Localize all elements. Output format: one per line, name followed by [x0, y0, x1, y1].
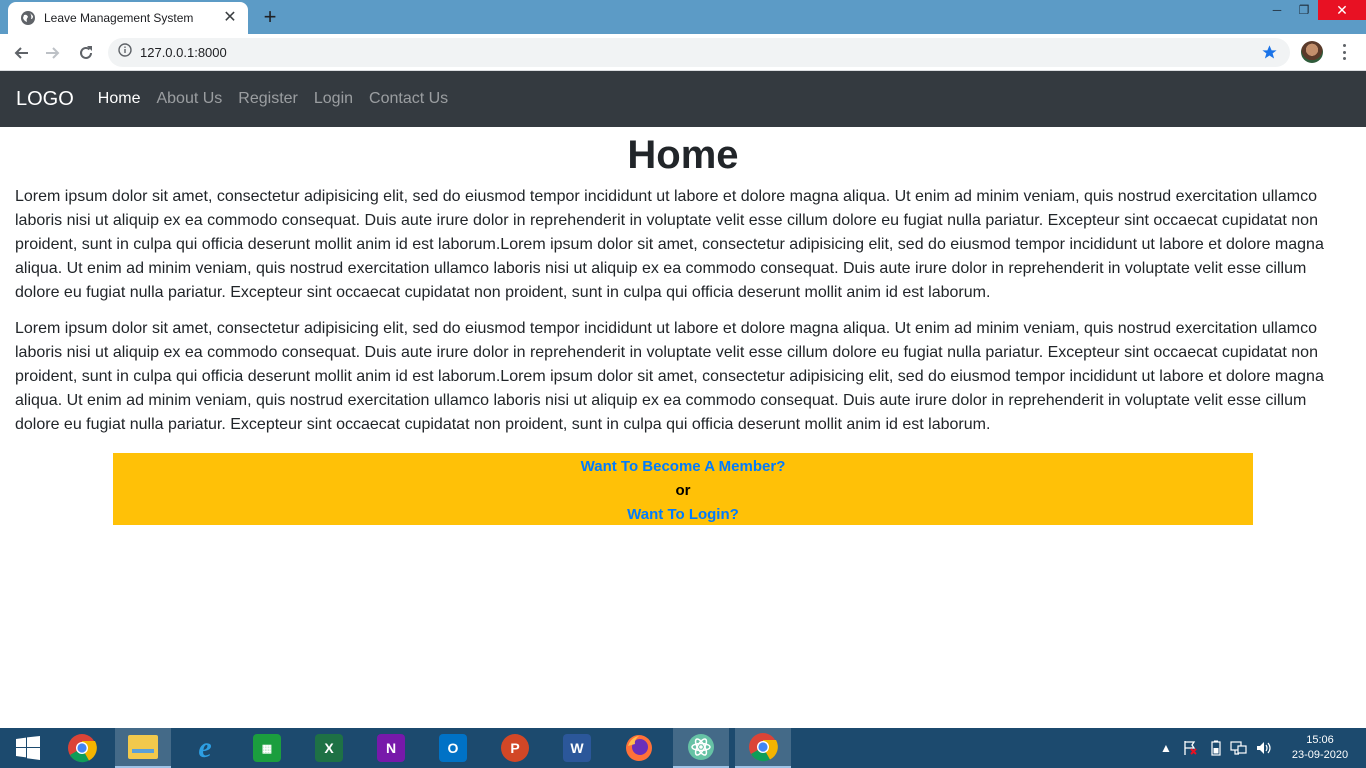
nav-contact-us[interactable]: Contact Us — [369, 90, 448, 108]
volume-icon[interactable] — [1255, 728, 1273, 768]
back-icon[interactable] — [10, 42, 32, 64]
browser-tab[interactable]: Leave Management System ✕ — [8, 2, 248, 34]
outlook-icon[interactable]: O — [425, 728, 481, 768]
nav-home[interactable]: Home — [98, 90, 141, 108]
call-to-action-box: Want To Become A Member? or Want To Logi… — [113, 453, 1253, 525]
tab-title: Leave Management System — [44, 11, 194, 25]
browser-toolbar: 127.0.0.1:8000 — [0, 34, 1366, 71]
info-icon[interactable] — [118, 43, 132, 62]
start-icon[interactable] — [0, 728, 56, 768]
firefox-icon[interactable] — [611, 728, 667, 768]
nav-login[interactable]: Login — [314, 90, 353, 108]
file-explorer-icon[interactable] — [115, 728, 171, 768]
powerpoint-icon[interactable]: P — [487, 728, 543, 768]
site-logo[interactable]: LOGO — [16, 88, 74, 111]
word-icon[interactable]: W — [549, 728, 605, 768]
address-bar[interactable]: 127.0.0.1:8000 — [108, 38, 1290, 67]
paragraph-1: Lorem ipsum dolor sit amet, consectetur … — [15, 188, 1324, 301]
action-center-flag-icon[interactable] — [1182, 728, 1198, 768]
page-title: Home — [627, 133, 739, 177]
microsoft-store-icon[interactable]: ▦ — [239, 728, 295, 768]
clock-time: 15:06 — [1306, 734, 1334, 746]
battery-icon[interactable] — [1210, 728, 1222, 768]
login-link[interactable]: Want To Login? — [113, 503, 1253, 527]
taskbar-clock[interactable]: 15:06 23-09-2020 — [1282, 733, 1358, 763]
reload-icon[interactable] — [75, 42, 97, 64]
onenote-icon[interactable]: N — [363, 728, 419, 768]
excel-icon[interactable]: X — [301, 728, 357, 768]
window-close-button[interactable]: ✕ — [1318, 0, 1366, 20]
close-tab-icon[interactable]: ✕ — [222, 10, 238, 26]
atom-icon[interactable] — [673, 728, 729, 768]
chrome-active-icon[interactable] — [735, 728, 791, 768]
main-content: Home Lorem ipsum dolor sit amet, consect… — [0, 127, 1366, 525]
site-navbar: LOGO Home About Us Register Login Contac… — [0, 71, 1366, 127]
bookmark-star-icon[interactable] — [1261, 44, 1278, 66]
new-tab-button[interactable]: + — [258, 6, 282, 28]
browser-menu-icon[interactable] — [1336, 42, 1352, 62]
tray-chevron-icon[interactable]: ▲ — [1160, 728, 1172, 768]
browser-tabstrip: Leave Management System ✕ + ─ ❐ ✕ — [0, 0, 1366, 34]
windows-taskbar: e ▦ X N O P W ▲ 15:06 23-09-2020 — [0, 728, 1366, 768]
globe-icon — [20, 10, 36, 26]
clock-date: 23-09-2020 — [1291, 749, 1349, 761]
profile-avatar[interactable] — [1301, 41, 1323, 63]
become-member-link[interactable]: Want To Become A Member? — [113, 455, 1253, 479]
paragraph-2: Lorem ipsum dolor sit amet, consectetur … — [15, 320, 1324, 433]
url-text: 127.0.0.1:8000 — [140, 45, 227, 60]
forward-icon[interactable] — [42, 42, 64, 64]
chrome-icon[interactable] — [54, 728, 110, 768]
nav-register[interactable]: Register — [238, 90, 298, 108]
internet-explorer-icon[interactable]: e — [177, 728, 233, 768]
or-text: or — [675, 482, 691, 499]
maximize-button[interactable]: ❐ — [1290, 0, 1318, 20]
network-icon[interactable] — [1230, 728, 1248, 768]
minimize-button[interactable]: ─ — [1264, 0, 1290, 20]
nav-about-us[interactable]: About Us — [156, 90, 222, 108]
